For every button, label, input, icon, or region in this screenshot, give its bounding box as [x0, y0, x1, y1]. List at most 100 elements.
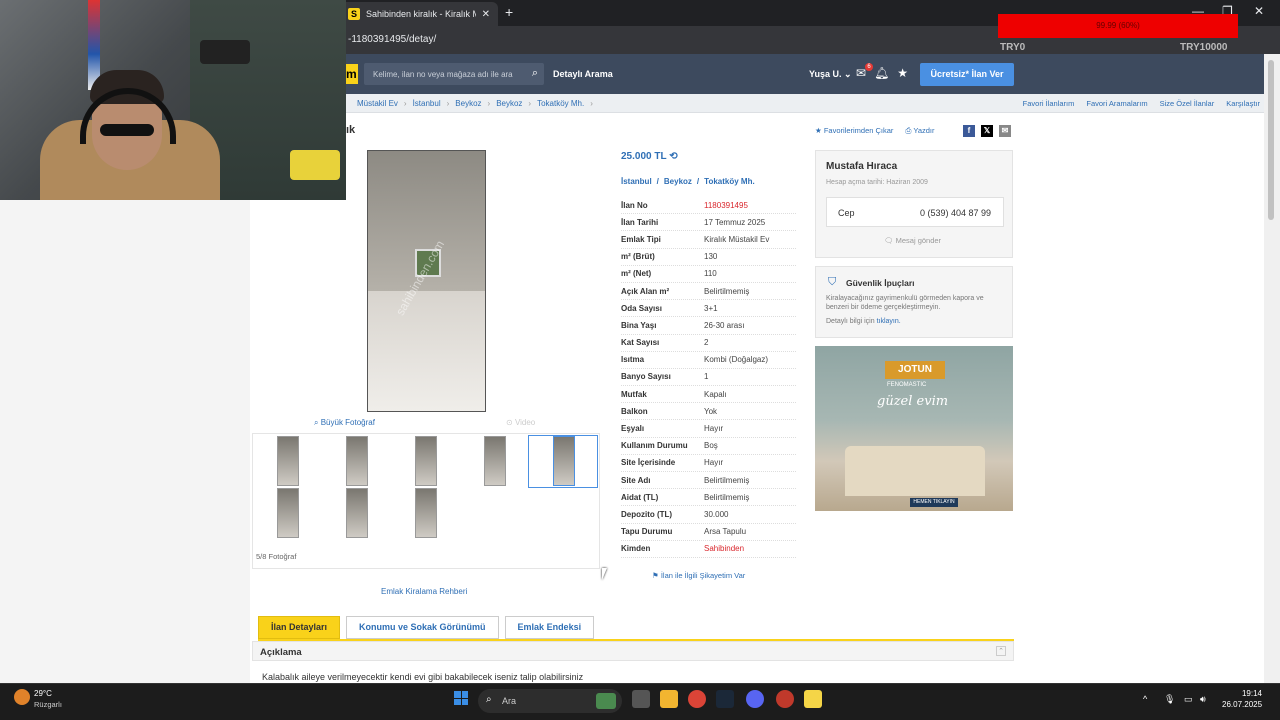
detail-row: Kat Sayısı 2	[621, 335, 796, 352]
close-tab-icon[interactable]: ✕	[482, 9, 490, 20]
site-logo[interactable]: m	[346, 64, 358, 84]
donation-overlay: 99.99 (60%)	[998, 14, 1238, 38]
notifications-icon[interactable]: 🔔︎	[874, 66, 889, 80]
breadcrumb-item[interactable]: Tokatköy Mh.	[537, 99, 584, 108]
webcam-glasses	[100, 124, 154, 136]
url-text[interactable]: -1180391495/detay/	[348, 34, 436, 45]
video-button[interactable]: ⊙ Video	[506, 418, 535, 427]
close-window-icon[interactable]: ✕	[1254, 4, 1264, 18]
search-highlight-icon	[596, 693, 616, 709]
thumbnail[interactable]	[346, 488, 368, 538]
detail-value: 1180391495	[704, 200, 748, 210]
thumbnail-selected[interactable]	[553, 436, 575, 486]
mouse-cursor-icon	[602, 568, 612, 580]
volume-icon[interactable]: 🔊︎	[1200, 694, 1206, 705]
detail-key: Emlak Tipi	[621, 234, 661, 244]
detail-value: 26-30 arası	[704, 320, 745, 330]
thumbnail[interactable]	[277, 488, 299, 538]
detail-key: Balkon	[621, 406, 648, 416]
fav-remove-button[interactable]: ★ Favorilerimden Çıkar	[815, 126, 893, 136]
phone-number[interactable]: 0 (539) 404 87 99	[920, 208, 991, 218]
clock[interactable]: 19:14 26.07.2025	[1222, 688, 1262, 710]
scroll-thumb[interactable]	[1268, 60, 1274, 220]
detail-value: Belirtilmemiş	[704, 475, 750, 485]
detail-row: Kullanım Durumu Boş	[621, 438, 796, 455]
taskbar-search[interactable]: ⌕ Ara	[478, 689, 622, 713]
big-photo-button[interactable]: ⌕ Büyük Fotoğraf	[314, 418, 375, 428]
location-city[interactable]: İstanbul	[621, 177, 652, 186]
detail-value: 130	[704, 252, 718, 262]
post-ad-button[interactable]: Ücretsiz* İlan Ver	[920, 63, 1014, 86]
x-icon[interactable]: 𝕏	[981, 125, 993, 137]
detail-value: Boş	[704, 441, 718, 451]
tab-details[interactable]: İlan Detayları	[258, 616, 341, 639]
start-button-icon[interactable]	[454, 691, 468, 705]
favorite-searches-link[interactable]: Favori Aramalarım	[1086, 99, 1147, 108]
tab-index[interactable]: Emlak Endeksi	[504, 616, 595, 639]
tray-chevron-icon[interactable]: ^	[1143, 694, 1147, 704]
thumbnail[interactable]	[415, 488, 437, 538]
compare-link[interactable]: Karşılaştır	[1226, 99, 1260, 108]
detail-key: Depozito (TL)	[621, 509, 673, 519]
search-input[interactable]: Kelime, ilan no veya mağaza adı ile ara …	[364, 63, 544, 85]
special-listings-link[interactable]: Size Özel İlanlar	[1160, 99, 1215, 108]
tab-favicon-icon: S	[348, 8, 360, 20]
weather-icon[interactable]	[14, 689, 30, 705]
detail-row: Açık Alan m² Belirtilmemiş	[621, 283, 796, 301]
send-message-button[interactable]: 🗨︎ Mesaj gönder	[884, 236, 941, 245]
task-view-icon[interactable]	[632, 690, 650, 708]
location: İstanbul / Beykoz / Tokatköy Mh.	[621, 177, 755, 186]
breadcrumb-item[interactable]: Beykoz	[496, 99, 522, 108]
search-icon[interactable]: ⌕	[532, 67, 538, 80]
security-more-link[interactable]: tıklayın.	[877, 318, 901, 325]
jotun-ad[interactable]: JOTUN FENOMASTIC güzel evim HEMEN TIKLAY…	[815, 346, 1013, 511]
complaint-link[interactable]: ⚑ İlan ile İlgili Şikayetim Var	[652, 571, 745, 580]
ad-cta[interactable]: HEMEN TIKLAYIN	[910, 498, 958, 507]
detail-value: Yok	[704, 406, 718, 416]
chrome-icon[interactable]	[688, 690, 706, 708]
webcam-bag	[200, 40, 250, 64]
breadcrumb-item[interactable]: Müstakil Ev	[357, 99, 398, 108]
location-district[interactable]: Beykoz	[664, 177, 692, 186]
browser-tab[interactable]: S Sahibinden kiralık - Kiralık Müs ✕	[340, 2, 498, 26]
thumbnail[interactable]	[346, 436, 368, 486]
detail-tabs: İlan Detayları Konumu ve Sokak Görünümü …	[258, 616, 595, 639]
detail-row: İlan No 1180391495	[621, 197, 796, 215]
detail-key: Açık Alan m²	[621, 286, 670, 296]
taskbar-search-label: Ara	[502, 696, 517, 706]
breadcrumb-item[interactable]: İstanbul	[413, 99, 441, 108]
location-neighborhood[interactable]: Tokatköy Mh.	[704, 177, 755, 186]
detail-key: Banyo Sayısı	[621, 372, 671, 382]
microphone-icon[interactable]: 🎙︎	[1164, 694, 1175, 705]
thumbnail[interactable]	[277, 436, 299, 486]
thumbnail[interactable]	[484, 436, 506, 486]
favorites-star-icon[interactable]: ★	[897, 66, 908, 80]
seller-name[interactable]: Mustafa Hıraca	[826, 161, 897, 172]
new-tab-icon[interactable]: +	[505, 4, 513, 20]
rental-guide-link[interactable]: Emlak Kiralama Rehberi	[381, 587, 467, 596]
main-photo[interactable]: sahibinden.com	[367, 150, 486, 412]
page-scrollbar[interactable]	[1264, 54, 1280, 683]
discord-icon[interactable]	[746, 690, 764, 708]
detailed-search-link[interactable]: Detaylı Arama	[553, 69, 613, 79]
thumbnail[interactable]	[415, 436, 437, 486]
app-icon[interactable]	[776, 690, 794, 708]
file-explorer-icon[interactable]	[660, 690, 678, 708]
detail-row: Eşyalı Hayır	[621, 420, 796, 438]
detail-key: Kat Sayısı	[621, 338, 660, 348]
detail-row: Kimden Sahibinden	[621, 541, 796, 558]
detail-key: Aidat (TL)	[621, 492, 659, 502]
app-icon-2[interactable]	[804, 690, 822, 708]
user-menu[interactable]: Yuşa U. ⌄	[809, 69, 852, 80]
collapse-icon[interactable]: ⌃	[996, 646, 1006, 656]
detail-row: m² (Net) 110	[621, 266, 796, 283]
favorite-listings-link[interactable]: Favori İlanlarım	[1023, 99, 1075, 108]
print-button[interactable]: ⎙ Yazdır	[905, 126, 934, 136]
tab-location[interactable]: Konumu ve Sokak Görünümü	[346, 616, 499, 639]
steam-icon[interactable]	[716, 690, 734, 708]
detail-key: Eşyalı	[621, 424, 645, 434]
network-icon[interactable]: ▭	[1184, 694, 1193, 705]
breadcrumb-item[interactable]: Beykoz	[455, 99, 481, 108]
email-share-icon[interactable]: ✉	[999, 125, 1011, 137]
facebook-icon[interactable]: f	[963, 125, 975, 137]
